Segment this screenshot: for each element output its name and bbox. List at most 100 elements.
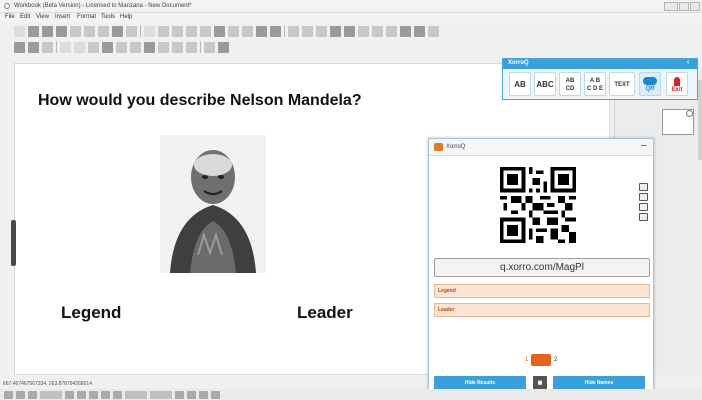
xorroq-logo-icon [434,143,443,151]
line-icon[interactable] [101,390,110,399]
cloud-icon [643,77,657,85]
maximize-button[interactable] [679,2,689,11]
menu-tools[interactable]: Tools [101,14,115,20]
connector-icon[interactable] [242,25,253,37]
response-item[interactable]: Leader [434,303,650,317]
presentation-control[interactable] [125,390,147,399]
chart-icon[interactable] [302,25,313,37]
panel-toggle-handle[interactable] [11,220,16,266]
dash-style-icon[interactable] [88,41,99,53]
question-text-button[interactable]: TEXT [609,72,635,96]
menu-file[interactable]: File [5,14,15,20]
zoom-control[interactable] [40,390,62,399]
menu-view[interactable]: View [36,14,49,20]
cut-text-icon[interactable] [130,41,141,53]
print-icon[interactable] [639,203,648,211]
menu-help[interactable]: Help [120,14,132,20]
close-button[interactable] [690,2,700,11]
toolbar-format [14,40,229,54]
bold-icon[interactable] [144,41,155,53]
image-icon[interactable] [316,25,327,37]
camera-icon[interactable] [400,25,411,37]
answer-legend[interactable]: Legend [61,303,121,323]
color-picker-icon[interactable] [28,390,37,399]
expand-icon[interactable] [639,213,648,221]
line-style-icon[interactable] [60,41,71,53]
highlight-icon[interactable] [89,390,98,399]
undo-icon[interactable] [56,25,67,37]
record-icon[interactable] [386,25,397,37]
eraser-icon[interactable] [16,390,25,399]
shape-line-icon[interactable] [270,25,281,37]
check-icon[interactable] [358,25,369,37]
delete-icon[interactable] [126,25,137,37]
help-icon[interactable] [211,390,220,399]
line-weight-icon[interactable] [74,41,85,53]
select-pointer-icon[interactable] [144,25,155,37]
color-dot-icon[interactable] [102,41,113,53]
fill-icon[interactable] [204,41,215,53]
xorroq-window: XorroQ – q.xorro.com/MagPl Legend Leader… [428,138,654,397]
lasso-icon[interactable] [158,25,169,37]
window-minimize-button[interactable]: – [641,140,647,151]
settings-gear-icon[interactable] [199,390,208,399]
menu-insert[interactable]: Insert [55,14,70,20]
minimize-button[interactable] [664,2,678,11]
exit-label: Exit [671,87,683,93]
collapse-chevron-icon[interactable]: ‹ [687,59,689,66]
menu-edit[interactable]: Edit [20,14,30,20]
grid-icon[interactable] [372,25,383,37]
question-abcde-button[interactable]: A B C D E [584,72,606,96]
screen-capture-icon[interactable] [344,25,355,37]
pen-icon[interactable] [186,25,197,37]
paste-icon[interactable] [112,25,123,37]
table-icon[interactable] [288,25,299,37]
person-exit-icon [674,77,680,86]
grid-toggle-icon[interactable] [28,41,39,53]
layout-icon[interactable] [187,390,196,399]
page-icon[interactable] [14,41,25,53]
erase-control[interactable] [150,390,172,399]
globe-icon[interactable] [330,25,341,37]
question-abcd-button[interactable]: AB CD [559,72,581,96]
wand-icon[interactable] [428,25,439,37]
arrow-icon[interactable] [113,390,122,399]
copy-icon[interactable] [98,25,109,37]
answer-leader[interactable]: Leader [297,303,353,323]
xorroq-window-header[interactable]: XorroQ – [429,139,653,156]
question-abc-button[interactable]: ABC [534,72,556,96]
font-size-up-icon[interactable] [116,41,127,53]
italic-icon[interactable] [158,41,169,53]
menu-format[interactable]: Format [77,14,96,20]
thumbnail-close-icon[interactable] [686,110,693,117]
new-icon[interactable] [14,25,25,37]
cloud-qr-button[interactable]: QR [639,72,661,96]
pointer-icon[interactable] [77,390,86,399]
exit-button[interactable]: Exit [666,72,688,96]
session-url[interactable]: q.xorro.com/MagPl [434,258,650,277]
save-icon[interactable] [42,25,53,37]
panel-scrollbar[interactable] [698,80,702,160]
shape-fill-icon[interactable] [256,25,267,37]
copy-icon[interactable] [639,183,648,191]
highlighter-icon[interactable] [200,25,211,37]
table-view-icon[interactable] [175,390,184,399]
save-icon[interactable] [639,193,648,201]
question-ab-button[interactable]: AB [509,72,531,96]
open-icon[interactable] [28,25,39,37]
text-tool-icon[interactable] [214,25,225,37]
line-tool-icon[interactable] [228,25,239,37]
strikethrough-icon[interactable] [186,41,197,53]
redo-icon[interactable] [70,25,81,37]
freeform-icon[interactable] [172,25,183,37]
font-icon[interactable] [42,41,53,53]
toolbar-main [14,24,439,38]
underline-icon[interactable] [172,41,183,53]
text-color-icon[interactable] [218,41,229,53]
settings-icon[interactable] [414,25,425,37]
toolbar-separator [284,25,285,37]
cut-icon[interactable] [84,25,95,37]
pen-tool-icon[interactable] [4,390,13,399]
grid-view-icon[interactable] [65,390,74,399]
response-item[interactable]: Legend [434,284,650,298]
